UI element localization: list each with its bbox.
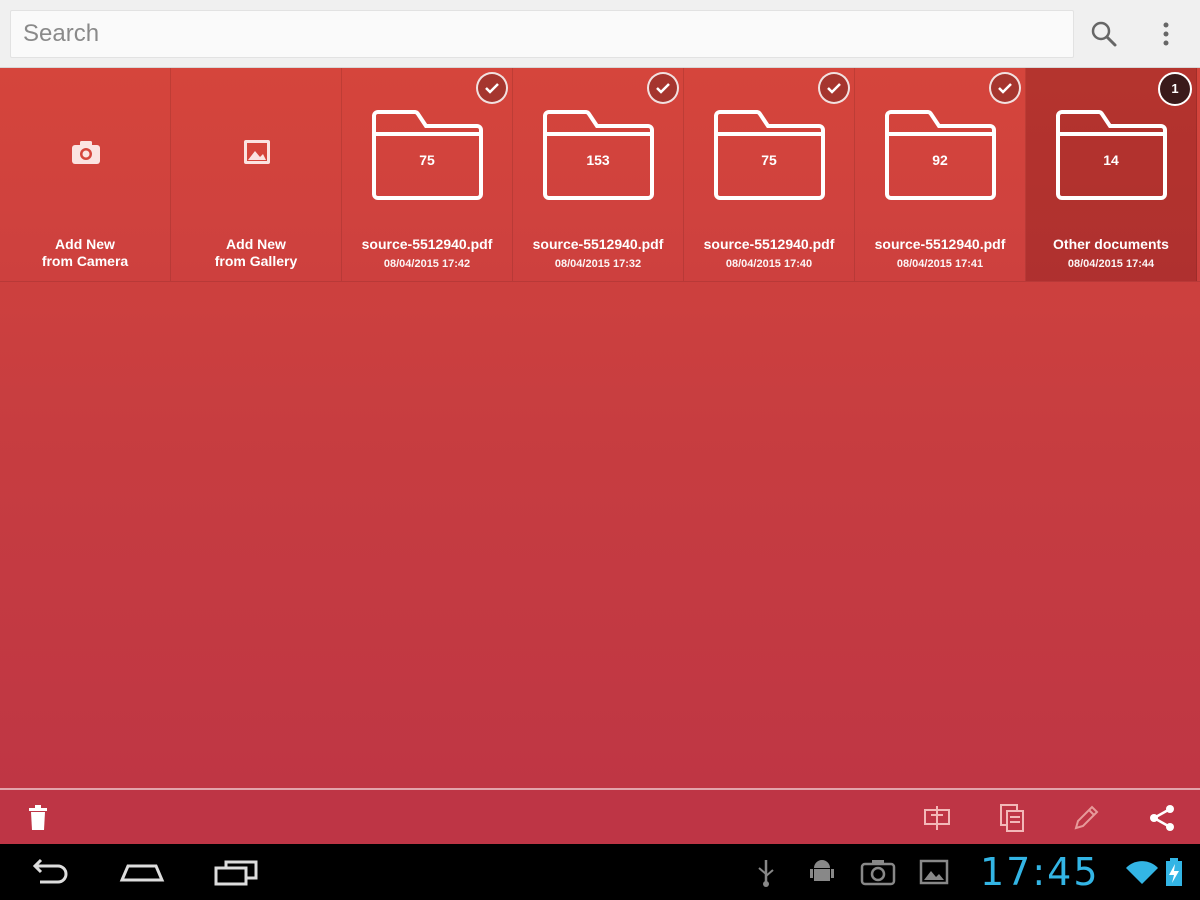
bottom-action-bar — [0, 788, 1200, 844]
system-navigation-bar: 17:45 — [0, 844, 1200, 900]
folder-tile-selected[interactable]: 14 1 Other documents 08/04/2015 17:44 — [1026, 68, 1197, 281]
add-from-gallery-label: Add New from Gallery — [214, 236, 298, 269]
check-icon — [485, 83, 499, 94]
folder-tile[interactable]: 92 source-5512940.pdf 08/04/2015 17:41 — [855, 68, 1026, 281]
image-icon — [919, 859, 949, 885]
tile-grid: Add New from Camera Add New from Gallery… — [0, 68, 1200, 282]
checkbox-checked[interactable] — [647, 72, 679, 104]
usb-status — [752, 856, 780, 888]
file-name: Other documents — [1053, 236, 1169, 252]
checkbox-checked[interactable] — [989, 72, 1021, 104]
file-name: source-5512940.pdf — [874, 236, 1006, 252]
back-icon — [32, 858, 68, 884]
file-date: 08/04/2015 17:41 — [896, 258, 984, 270]
share-icon — [1150, 805, 1174, 831]
file-date: 08/04/2015 17:44 — [1067, 258, 1155, 270]
check-icon — [827, 83, 841, 94]
folder-tile[interactable]: 75 source-5512940.pdf 08/04/2015 17:40 — [684, 68, 855, 281]
checkbox-checked[interactable] — [476, 72, 508, 104]
file-name: source-5512940.pdf — [361, 236, 493, 252]
folder-tile[interactable]: 153 source-5512940.pdf 08/04/2015 17:32 — [513, 68, 684, 281]
more-vert-icon — [1163, 22, 1169, 46]
recent-apps-icon — [214, 860, 258, 886]
ocr-button[interactable] — [921, 802, 953, 834]
share-button[interactable] — [1146, 802, 1178, 834]
page-count: 153 — [586, 152, 610, 168]
file-date: 08/04/2015 17:40 — [725, 258, 813, 270]
camera-icon — [72, 141, 100, 164]
page-count: 75 — [761, 152, 777, 168]
android-debug-icon — [810, 860, 834, 881]
gallery-status — [918, 856, 950, 888]
wifi-status — [1124, 856, 1160, 888]
search-bar — [0, 0, 1200, 68]
recent-apps-button[interactable] — [212, 856, 258, 888]
file-name: source-5512940.pdf — [703, 236, 835, 252]
page-count: 75 — [419, 152, 435, 168]
add-from-camera-tile[interactable]: Add New from Camera — [0, 68, 171, 281]
add-from-camera-label: Add New from Camera — [41, 236, 129, 269]
overflow-menu-button[interactable] — [1150, 18, 1182, 50]
copy-document-button[interactable] — [996, 802, 1028, 834]
delete-button[interactable] — [22, 802, 54, 834]
edit-button[interactable] — [1070, 802, 1102, 834]
check-icon — [656, 83, 670, 94]
back-button[interactable] — [26, 856, 68, 888]
trash-icon — [29, 805, 47, 830]
home-button[interactable] — [118, 856, 165, 888]
home-icon — [119, 864, 165, 882]
folder-tile[interactable]: 75 source-5512940.pdf 08/04/2015 17:42 — [342, 68, 513, 281]
document-grid-area: Add New from Camera Add New from Gallery… — [0, 68, 1200, 788]
search-field-container — [10, 10, 1074, 58]
screenshot-status — [860, 856, 896, 888]
pencil-icon — [1074, 805, 1099, 830]
file-date: 08/04/2015 17:32 — [554, 258, 642, 270]
search-input[interactable] — [11, 11, 1073, 57]
search-icon — [1091, 21, 1117, 47]
add-from-gallery-tile[interactable]: Add New from Gallery — [171, 68, 342, 281]
wifi-icon — [1126, 861, 1158, 884]
file-name: source-5512940.pdf — [532, 236, 664, 252]
ocr-icon — [924, 806, 950, 830]
search-button[interactable] — [1088, 18, 1120, 50]
battery-status — [1162, 856, 1186, 888]
checkbox-checked[interactable] — [818, 72, 850, 104]
page-count: 92 — [932, 152, 948, 168]
battery-charging-icon — [1166, 858, 1182, 886]
camera-icon — [860, 860, 896, 886]
status-clock: 17:45 — [980, 850, 1100, 894]
page-count: 14 — [1103, 152, 1119, 168]
document-copy-icon — [1000, 804, 1024, 832]
check-icon — [998, 83, 1012, 94]
usb-icon — [758, 860, 774, 887]
gallery-icon — [244, 140, 270, 164]
debug-status — [806, 856, 838, 888]
file-date: 08/04/2015 17:42 — [383, 258, 471, 270]
selection-badge[interactable]: 1 — [1158, 72, 1192, 106]
